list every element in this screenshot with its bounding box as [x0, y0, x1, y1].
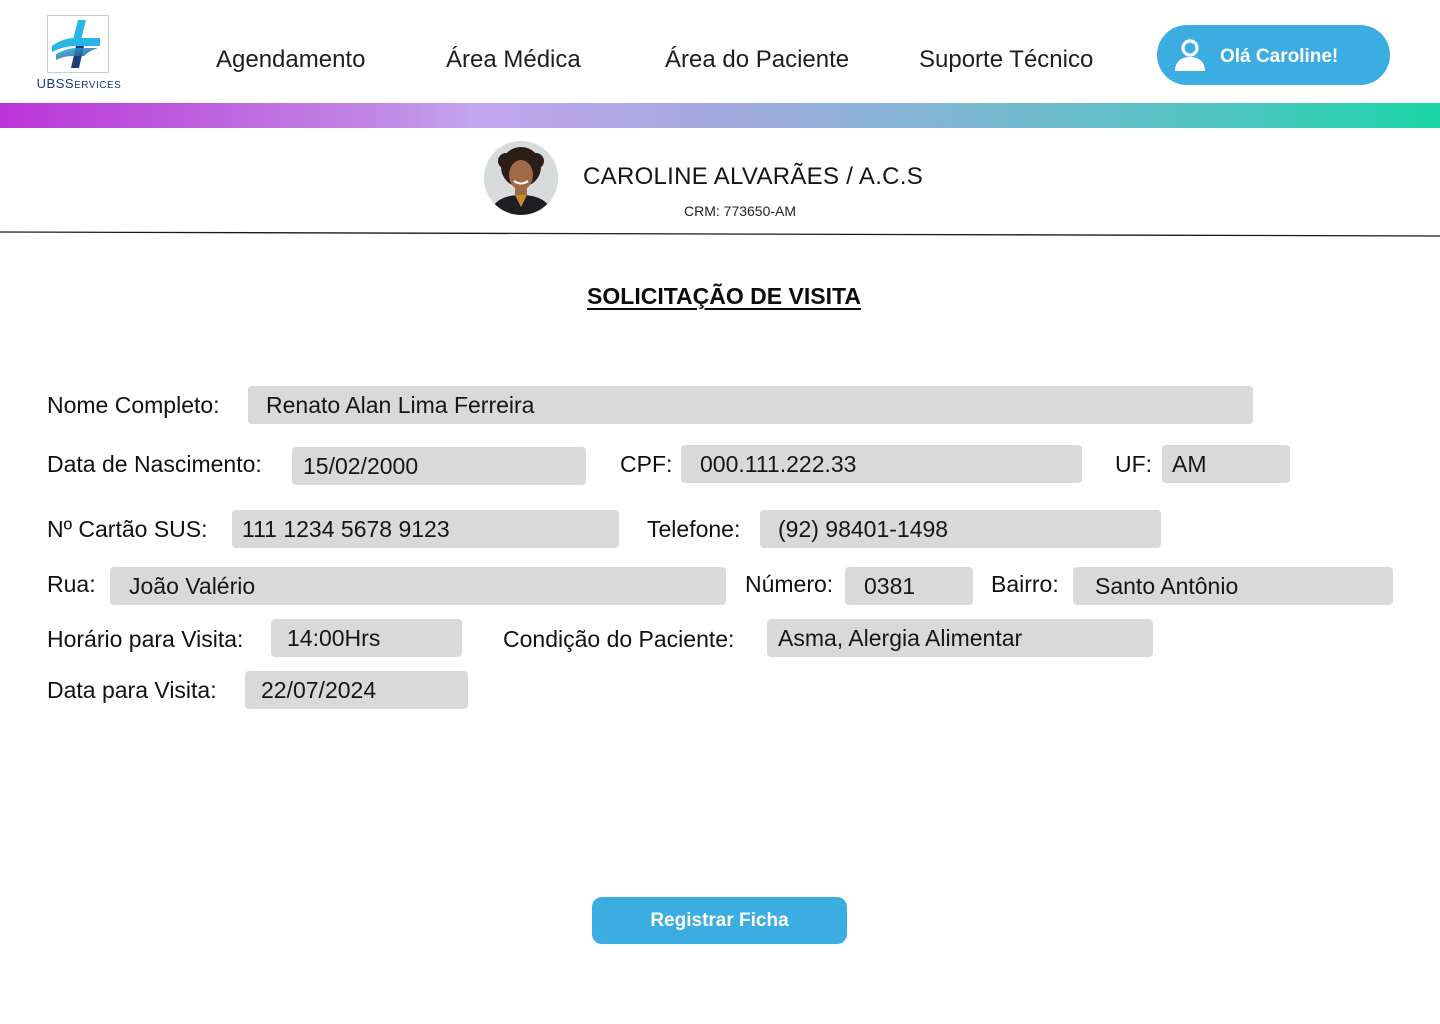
header-gradient-bar: [0, 103, 1440, 128]
user-icon: [1175, 39, 1205, 71]
label-bairro: Bairro:: [991, 571, 1059, 597]
condicao-paciente-field[interactable]: Asma, Alergia Alimentar: [767, 619, 1153, 657]
label-numero: Número:: [745, 571, 834, 597]
label-nome-completo: Nome Completo:: [47, 392, 220, 418]
data-visita-field[interactable]: 22/07/2024: [245, 671, 468, 709]
section-divider: [0, 231, 1440, 237]
nav-agendamento[interactable]: Agendamento: [216, 46, 365, 74]
bairro-field[interactable]: Santo Antônio: [1073, 567, 1393, 605]
avatar: [484, 141, 558, 215]
label-cpf: CPF:: [620, 451, 673, 477]
ubs-logo[interactable]: UBSSERVICES: [36, 14, 122, 92]
profile-name: CAROLINE ALVARÃES / A.C.S: [583, 163, 924, 190]
label-condicao-paciente: Condição do Paciente:: [503, 626, 735, 652]
nav-suporte-tecnico[interactable]: Suporte Técnico: [919, 46, 1093, 74]
rua-field[interactable]: João Valério: [110, 567, 726, 605]
nav-area-medica[interactable]: Área Médica: [446, 46, 581, 74]
telefone-field[interactable]: (92) 98401-1498: [760, 510, 1161, 548]
label-rua: Rua:: [47, 571, 96, 597]
logo-cross-icon: [47, 15, 109, 73]
uf-field[interactable]: AM: [1162, 445, 1290, 483]
label-horario-visita: Horário para Visita:: [47, 626, 244, 652]
page: UBSSERVICES Agendamento Área Médica Área…: [0, 0, 1440, 1024]
cartao-sus-field[interactable]: 111 1234 5678 9123: [232, 510, 619, 548]
user-menu-button[interactable]: Olá Caroline!: [1157, 25, 1390, 85]
registrar-ficha-button[interactable]: Registrar Ficha: [592, 897, 847, 944]
horario-visita-field[interactable]: 14:00Hrs: [271, 619, 462, 657]
data-nascimento-field[interactable]: 15/02/2000: [292, 447, 586, 485]
profile-crm: CRM: 773650-AM: [684, 203, 797, 219]
nav-area-do-paciente[interactable]: Área do Paciente: [665, 46, 849, 74]
label-uf: UF:: [1115, 451, 1153, 477]
label-data-nascimento: Data de Nascimento:: [47, 451, 262, 477]
label-cartao-sus: Nº Cartão SUS:: [47, 516, 208, 542]
label-data-visita: Data para Visita:: [47, 677, 217, 703]
cpf-field[interactable]: 000.111.222.33: [681, 445, 1082, 483]
numero-field[interactable]: 0381: [845, 567, 973, 605]
user-greeting: Olá Caroline!: [1220, 46, 1339, 67]
logo-wordmark: UBSSERVICES: [36, 76, 122, 91]
form-title: SOLICITAÇÃO DE VISITA: [587, 283, 861, 309]
label-telefone: Telefone:: [647, 516, 741, 542]
nome-completo-field[interactable]: Renato Alan Lima Ferreira: [248, 386, 1253, 424]
